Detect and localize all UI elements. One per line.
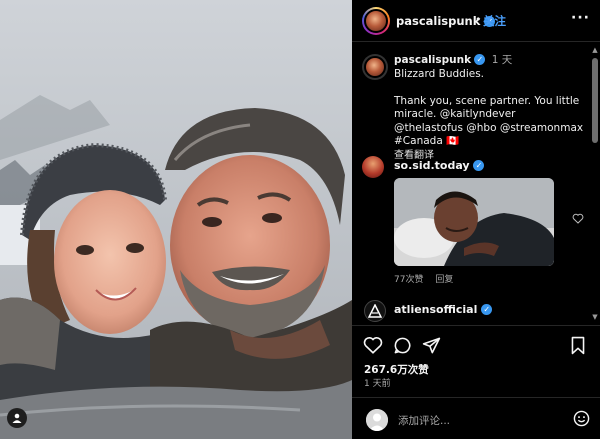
verified-icon: ✓ bbox=[473, 160, 485, 171]
like-comment-heart-icon[interactable] bbox=[572, 213, 584, 224]
post-time: 1 天前 bbox=[364, 379, 391, 389]
reply-button[interactable]: 回复 bbox=[435, 275, 453, 285]
share-icon[interactable] bbox=[422, 336, 441, 355]
verified-icon: ✓ bbox=[474, 54, 486, 65]
tag-person-button[interactable] bbox=[7, 408, 27, 428]
verified-icon: ✓ bbox=[481, 304, 493, 315]
heart-icon[interactable] bbox=[363, 336, 383, 354]
commenter-avatar[interactable] bbox=[364, 300, 386, 322]
commenter-username[interactable]: so.sid.today bbox=[394, 159, 470, 172]
commenter-username[interactable]: atliensofficial bbox=[394, 303, 477, 316]
save-icon[interactable] bbox=[570, 336, 586, 355]
caption-username[interactable]: pascalispunk bbox=[394, 54, 471, 66]
commenter-avatar[interactable] bbox=[362, 156, 384, 178]
follow-button[interactable]: 关注 bbox=[483, 13, 506, 29]
author-avatar[interactable] bbox=[362, 7, 390, 35]
emoji-icon[interactable] bbox=[573, 410, 590, 427]
comment-icon[interactable] bbox=[393, 336, 412, 355]
tag-person-icon bbox=[12, 413, 22, 423]
comments-section[interactable]: ▲ ▼ pascalispunk ✓ 1 天 Blizzard Buddies.… bbox=[352, 42, 600, 325]
scroll-down-icon[interactable]: ▼ bbox=[592, 313, 598, 321]
crying-man-gif-image bbox=[394, 178, 554, 266]
comment-like-count[interactable]: 77次赞 bbox=[394, 275, 423, 285]
caption-line-2: Thank you, scene partner. You little mir… bbox=[394, 94, 584, 148]
more-icon[interactable]: ··· bbox=[571, 10, 590, 26]
default-avatar-icon bbox=[366, 409, 388, 431]
post-actions: 267.6万次赞 1 天前 添加评论... bbox=[352, 325, 600, 439]
current-user-avatar bbox=[366, 409, 388, 431]
scroll-up-icon[interactable]: ▲ bbox=[592, 46, 598, 54]
post-photo[interactable] bbox=[0, 0, 352, 439]
comment-gif[interactable] bbox=[394, 178, 554, 266]
caption-time: 1 天 bbox=[491, 54, 513, 66]
add-comment-input[interactable]: 添加评论... bbox=[398, 413, 450, 428]
author-username-text[interactable]: pascalispunk bbox=[396, 14, 480, 28]
selfie-image bbox=[0, 0, 352, 439]
post-header: pascalispunk ✓ • 关注 ··· bbox=[352, 0, 600, 42]
header-separator: • bbox=[475, 13, 482, 26]
comments-scrollbar[interactable] bbox=[592, 58, 598, 143]
caption-avatar[interactable] bbox=[362, 54, 388, 80]
post-side-panel: pascalispunk ✓ • 关注 ··· ▲ ▼ pascalispunk… bbox=[352, 0, 600, 439]
atliens-logo-icon bbox=[368, 304, 382, 318]
add-comment-bar: 添加评论... bbox=[352, 397, 600, 439]
caption-line-1: Blizzard Buddies. bbox=[394, 67, 485, 80]
like-count[interactable]: 267.6万次赞 bbox=[364, 362, 429, 377]
